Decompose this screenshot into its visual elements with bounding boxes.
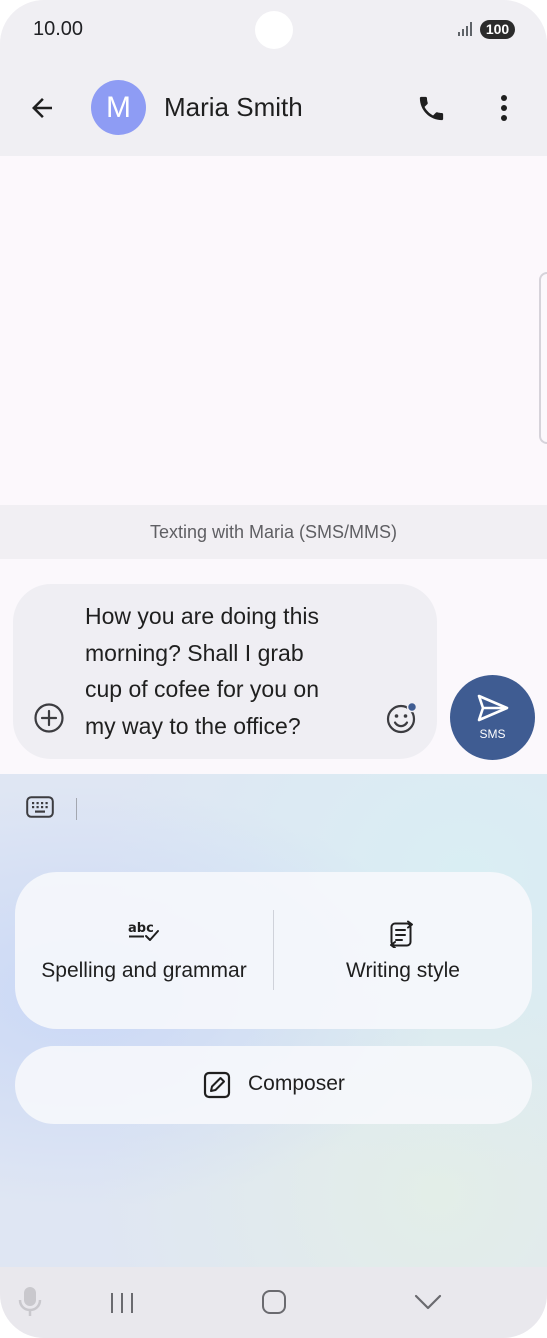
contact-name[interactable]: Maria Smith [164, 92, 303, 123]
assist-options-card: abc Spelling and grammar Writing style [15, 872, 532, 1029]
scroll-handle[interactable] [539, 272, 547, 444]
emoji-icon[interactable] [385, 701, 419, 735]
texting-info: Texting with Maria (SMS/MMS) [0, 505, 547, 559]
more-options-icon[interactable] [497, 93, 511, 123]
avatar[interactable]: M [91, 80, 146, 135]
phone-screen: 10.00 100 M Maria Smith Texting with Mar… [0, 0, 547, 1338]
status-bar: 10.00 100 [0, 0, 547, 60]
chevron-down-icon[interactable] [414, 1293, 442, 1311]
navigation-bar [0, 1267, 547, 1338]
status-time: 10.00 [33, 18, 84, 40]
home-button[interactable] [262, 1290, 286, 1314]
keyboard-icon[interactable] [26, 796, 54, 818]
message-line: How you are doing this [85, 603, 319, 629]
writing-assist-panel: abc Spelling and grammar Writing style C… [0, 774, 547, 1267]
svg-text:abc: abc [128, 921, 154, 936]
send-label: SMS [479, 727, 506, 741]
spelling-grammar-button[interactable]: abc Spelling and grammar [15, 872, 273, 1029]
message-list [0, 156, 547, 505]
writing-style-label: Writing style [346, 959, 460, 982]
text-cursor [76, 798, 77, 820]
battery-icon: 100 [480, 20, 515, 39]
send-button[interactable]: SMS [450, 675, 535, 760]
spell-check-icon: abc [128, 921, 159, 941]
send-icon [477, 694, 509, 722]
conversation-header: M Maria Smith [0, 60, 547, 156]
edit-icon [203, 1071, 231, 1099]
microphone-icon[interactable] [17, 1285, 43, 1319]
phone-icon[interactable] [416, 93, 447, 124]
front-camera [255, 11, 293, 49]
composer-label: Composer [248, 1072, 345, 1095]
composer-button[interactable]: Composer [15, 1046, 532, 1124]
add-attachment-icon[interactable] [33, 702, 65, 734]
message-text[interactable]: How you are doing this morning? Shall I … [85, 598, 385, 744]
signal-icon [458, 22, 472, 36]
recent-apps-icon[interactable] [109, 1292, 135, 1314]
writing-style-button[interactable]: Writing style [274, 872, 532, 1029]
message-line: morning? Shall I grab [85, 639, 304, 666]
message-line: cup of cofee for you on [85, 676, 319, 702]
message-line: my way to the office? [85, 712, 301, 739]
back-arrow-icon[interactable] [27, 93, 57, 123]
writing-style-icon [390, 920, 413, 948]
spelling-grammar-label: Spelling and grammar [41, 959, 247, 982]
